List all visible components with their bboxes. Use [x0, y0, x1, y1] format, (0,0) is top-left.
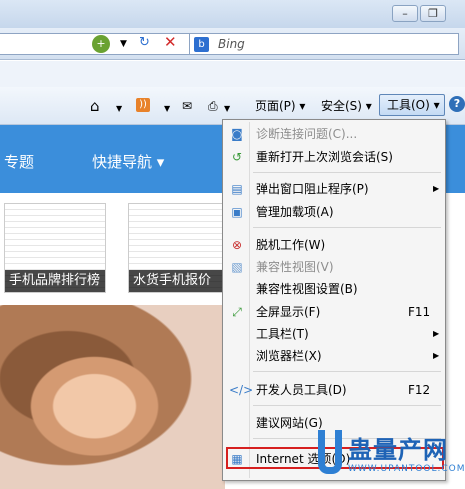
menu-item-label: 兼容性视图(V) [256, 260, 334, 274]
chevron-down-icon[interactable]: ▼ [224, 101, 230, 117]
menu-item-diagnose[interactable]: ◙ 诊断连接问题(C)... [225, 124, 443, 144]
submenu-arrow-icon: ▶ [433, 329, 440, 338]
menu-item-label: 浏览器栏(X) [256, 349, 322, 363]
compatibility-icon[interactable]: + [92, 35, 110, 53]
popup-icon: ▤ [231, 182, 243, 196]
nav-topic-link[interactable]: 专题 [4, 151, 34, 172]
help-icon[interactable]: ? [449, 96, 465, 112]
tools-dropdown-menu: ◙ 诊断连接问题(C)... ↺ 重新打开上次浏览会话(S) ▤ 弹出窗口阻止程… [222, 119, 446, 481]
watermark-logo: 蛊量产网 WWW.UPANTOOL.COM [318, 428, 465, 484]
menu-item-label: 建议网站(G) [256, 416, 323, 430]
title-bar: – ❐ [0, 0, 465, 28]
menu-separator [253, 172, 441, 173]
favorites-bar [0, 61, 465, 87]
mail-icon[interactable]: ✉ [182, 98, 192, 114]
menu-item-label: 重新打开上次浏览会话(S) [256, 150, 393, 164]
menu-item-label: 开发人员工具(D) [256, 383, 347, 397]
bing-icon: b [194, 37, 209, 52]
menu-separator [253, 227, 441, 228]
menu-item-label: 兼容性视图设置(B) [256, 282, 358, 296]
thumbnail-caption: 水货手机报价 [129, 270, 224, 292]
menu-item-label: 弹出窗口阻止程序(P) [256, 182, 369, 196]
maximize-button[interactable]: ❐ [420, 5, 446, 22]
stop-icon[interactable]: ✕ [164, 34, 177, 50]
fullscreen-icon: ⤢ [232, 305, 242, 319]
dropdown-arrow-icon[interactable]: ▼ [120, 36, 127, 52]
rss-icon[interactable]: )) [136, 98, 150, 112]
thumbnail-brand-ranking[interactable]: 手机品牌排行榜 [4, 203, 106, 293]
menu-item-label: 工具栏(T) [256, 327, 309, 341]
developer-tools-icon: </> [229, 383, 254, 397]
menu-item-label: 诊断连接问题(C)... [256, 127, 358, 141]
compat-view-icon: ▧ [231, 260, 243, 274]
safety-menu[interactable]: 安全(S) ▾ [321, 98, 372, 114]
menu-item-developer-tools[interactable]: </> 开发人员工具(D) F12 [225, 380, 443, 400]
diagnose-icon: ◙ [231, 127, 243, 141]
menu-item-compat-settings[interactable]: 兼容性视图设置(B) [225, 279, 443, 299]
thumbnail-price-list[interactable]: 水货手机报价 [128, 203, 225, 293]
menu-item-popup-blocker[interactable]: ▤ 弹出窗口阻止程序(P) ▶ [225, 179, 443, 199]
menu-separator [253, 405, 441, 406]
refresh-icon[interactable]: ↻ [139, 35, 150, 51]
nav-quick-link[interactable]: 快捷导航 ▾ [92, 151, 164, 172]
home-icon[interactable]: ⌂ [90, 98, 100, 114]
search-box[interactable]: b Bing [189, 33, 459, 55]
submenu-arrow-icon: ▶ [433, 351, 440, 360]
watermark-u-icon [318, 430, 342, 474]
reopen-icon: ↺ [231, 150, 243, 164]
menu-item-explorer-bars[interactable]: 浏览器栏(X) ▶ [225, 346, 443, 366]
menu-item-reopen-session[interactable]: ↺ 重新打开上次浏览会话(S) [225, 147, 443, 167]
menu-item-toolbars[interactable]: 工具栏(T) ▶ [225, 324, 443, 344]
menu-item-work-offline[interactable]: ⊗ 脱机工作(W) [225, 235, 443, 255]
menu-item-label: 管理加载项(A) [256, 205, 334, 219]
chevron-down-icon[interactable]: ▼ [116, 101, 122, 117]
tools-menu-label: 工具(O) [387, 98, 430, 112]
menu-item-fullscreen[interactable]: ⤢ 全屏显示(F) F11 [225, 302, 443, 322]
menu-item-shortcut: F12 [408, 383, 431, 397]
offline-icon: ⊗ [231, 238, 243, 252]
photo-image[interactable] [0, 305, 225, 489]
menu-item-manage-addons[interactable]: ▣ 管理加载项(A) [225, 202, 443, 222]
page-menu-label: 页面(P) [255, 99, 296, 113]
safety-menu-label: 安全(S) [321, 99, 362, 113]
watermark-site: WWW.UPANTOOL.COM [348, 464, 465, 474]
tools-menu-button[interactable]: 工具(O) ▾ [379, 94, 445, 116]
minimize-button[interactable]: – [392, 5, 418, 22]
menu-item-shortcut: F11 [408, 305, 431, 319]
menu-item-label: 全屏显示(F) [256, 305, 321, 319]
watermark-title: 蛊量产网 [348, 436, 448, 464]
thumbnail-caption: 手机品牌排行榜 [5, 270, 105, 292]
menu-separator [253, 371, 441, 372]
search-input[interactable]: Bing [218, 37, 245, 51]
chevron-down-icon[interactable]: ▼ [164, 101, 170, 117]
addons-icon: ▣ [231, 205, 243, 219]
menu-item-label: 脱机工作(W) [256, 238, 326, 252]
submenu-arrow-icon: ▶ [433, 184, 440, 193]
menu-item-compat-view[interactable]: ▧ 兼容性视图(V) [225, 257, 443, 277]
page-menu[interactable]: 页面(P) ▾ [255, 98, 305, 114]
print-icon[interactable]: ⎙ [208, 98, 218, 114]
